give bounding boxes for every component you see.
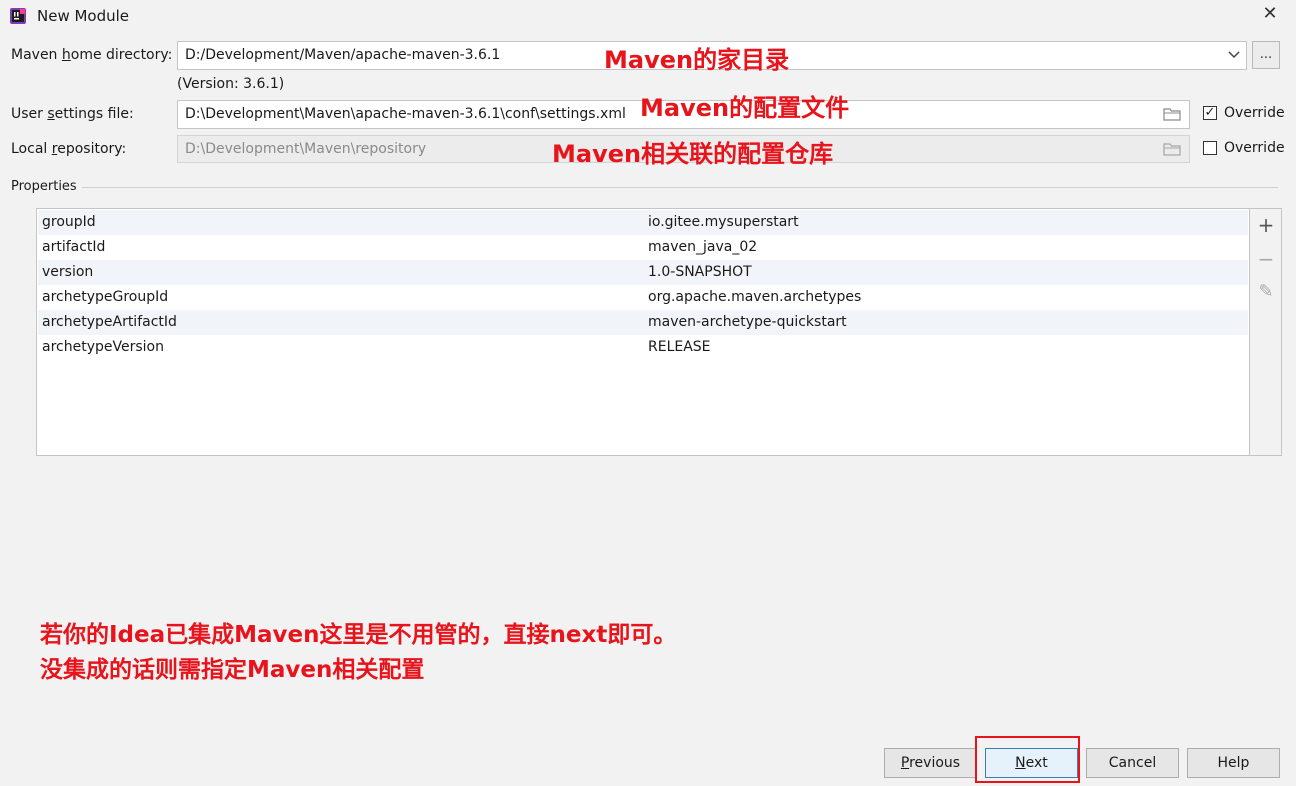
annotation-note-line2: 没集成的话则需指定Maven相关配置 <box>40 657 425 683</box>
override-settings-label: Override <box>1224 105 1285 121</box>
local-repository-value: D:\Development\Maven\repository <box>185 141 427 157</box>
next-button[interactable]: Next <box>985 748 1078 778</box>
property-key: artifactId <box>42 239 106 255</box>
browse-maven-home-button[interactable]: ... <box>1252 41 1280 69</box>
properties-table[interactable]: groupId io.gitee.mysuperstart artifactId… <box>36 208 1250 456</box>
annotation-maven-home: Maven的家目录 <box>604 46 790 74</box>
property-value: org.apache.maven.archetypes <box>648 289 862 305</box>
user-settings-label: User settings file: <box>11 106 134 122</box>
title-bar <box>0 0 1296 32</box>
folder-icon[interactable] <box>1163 142 1181 156</box>
property-key: archetypeVersion <box>42 339 164 355</box>
edit-icon[interactable]: ✎ <box>1256 281 1276 302</box>
maven-home-value: D:/Development/Maven/apache-maven-3.6.1 <box>185 47 501 63</box>
close-icon[interactable]: ✕ <box>1260 3 1280 25</box>
intellij-icon <box>10 8 26 24</box>
property-value: maven-archetype-quickstart <box>648 314 847 330</box>
table-row[interactable]: groupId io.gitee.mysuperstart <box>38 210 1248 235</box>
maven-home-label: Maven home directory: <box>11 47 173 63</box>
override-settings-checkbox[interactable]: ✓ <box>1203 106 1217 120</box>
property-value: io.gitee.mysuperstart <box>648 214 799 230</box>
annotation-repository: Maven相关联的配置仓库 <box>552 140 834 168</box>
remove-icon[interactable]: − <box>1256 247 1276 271</box>
properties-toolbar: + − ✎ <box>1250 208 1282 456</box>
chevron-down-icon[interactable] <box>1228 50 1240 60</box>
property-value: RELEASE <box>648 339 711 355</box>
folder-icon[interactable] <box>1163 107 1181 121</box>
property-value: 1.0-SNAPSHOT <box>648 264 752 280</box>
annotation-note-line1: 若你的Idea已集成Maven这里是不用管的，直接next即可。 <box>40 622 677 648</box>
property-key: archetypeArtifactId <box>42 314 177 330</box>
override-repository-checkbox[interactable] <box>1203 141 1217 155</box>
checkmark-icon: ✓ <box>1204 105 1216 120</box>
table-row[interactable]: version 1.0-SNAPSHOT <box>38 260 1248 285</box>
help-button[interactable]: Help <box>1187 748 1280 778</box>
local-repository-label: Local repository: <box>11 141 127 157</box>
annotation-settings: Maven的配置文件 <box>640 94 850 122</box>
table-row[interactable]: archetypeGroupId org.apache.maven.archet… <box>38 285 1248 310</box>
maven-version-text: (Version: 3.6.1) <box>177 76 285 92</box>
user-settings-value: D:\Development\Maven\apache-maven-3.6.1\… <box>185 106 626 122</box>
table-row[interactable]: archetypeVersion RELEASE <box>38 335 1248 360</box>
property-value: maven_java_02 <box>648 239 758 255</box>
override-repository-label: Override <box>1224 140 1285 156</box>
window-title: New Module <box>37 7 130 25</box>
properties-section-label: Properties <box>11 179 77 194</box>
previous-button[interactable]: Previous <box>884 748 977 778</box>
property-key: groupId <box>42 214 96 230</box>
property-key: archetypeGroupId <box>42 289 169 305</box>
table-row[interactable]: artifactId maven_java_02 <box>38 235 1248 260</box>
cancel-button[interactable]: Cancel <box>1086 748 1179 778</box>
properties-divider <box>82 187 1278 188</box>
property-key: version <box>42 264 94 280</box>
add-icon[interactable]: + <box>1256 213 1276 237</box>
table-row[interactable]: archetypeArtifactId maven-archetype-quic… <box>38 310 1248 335</box>
